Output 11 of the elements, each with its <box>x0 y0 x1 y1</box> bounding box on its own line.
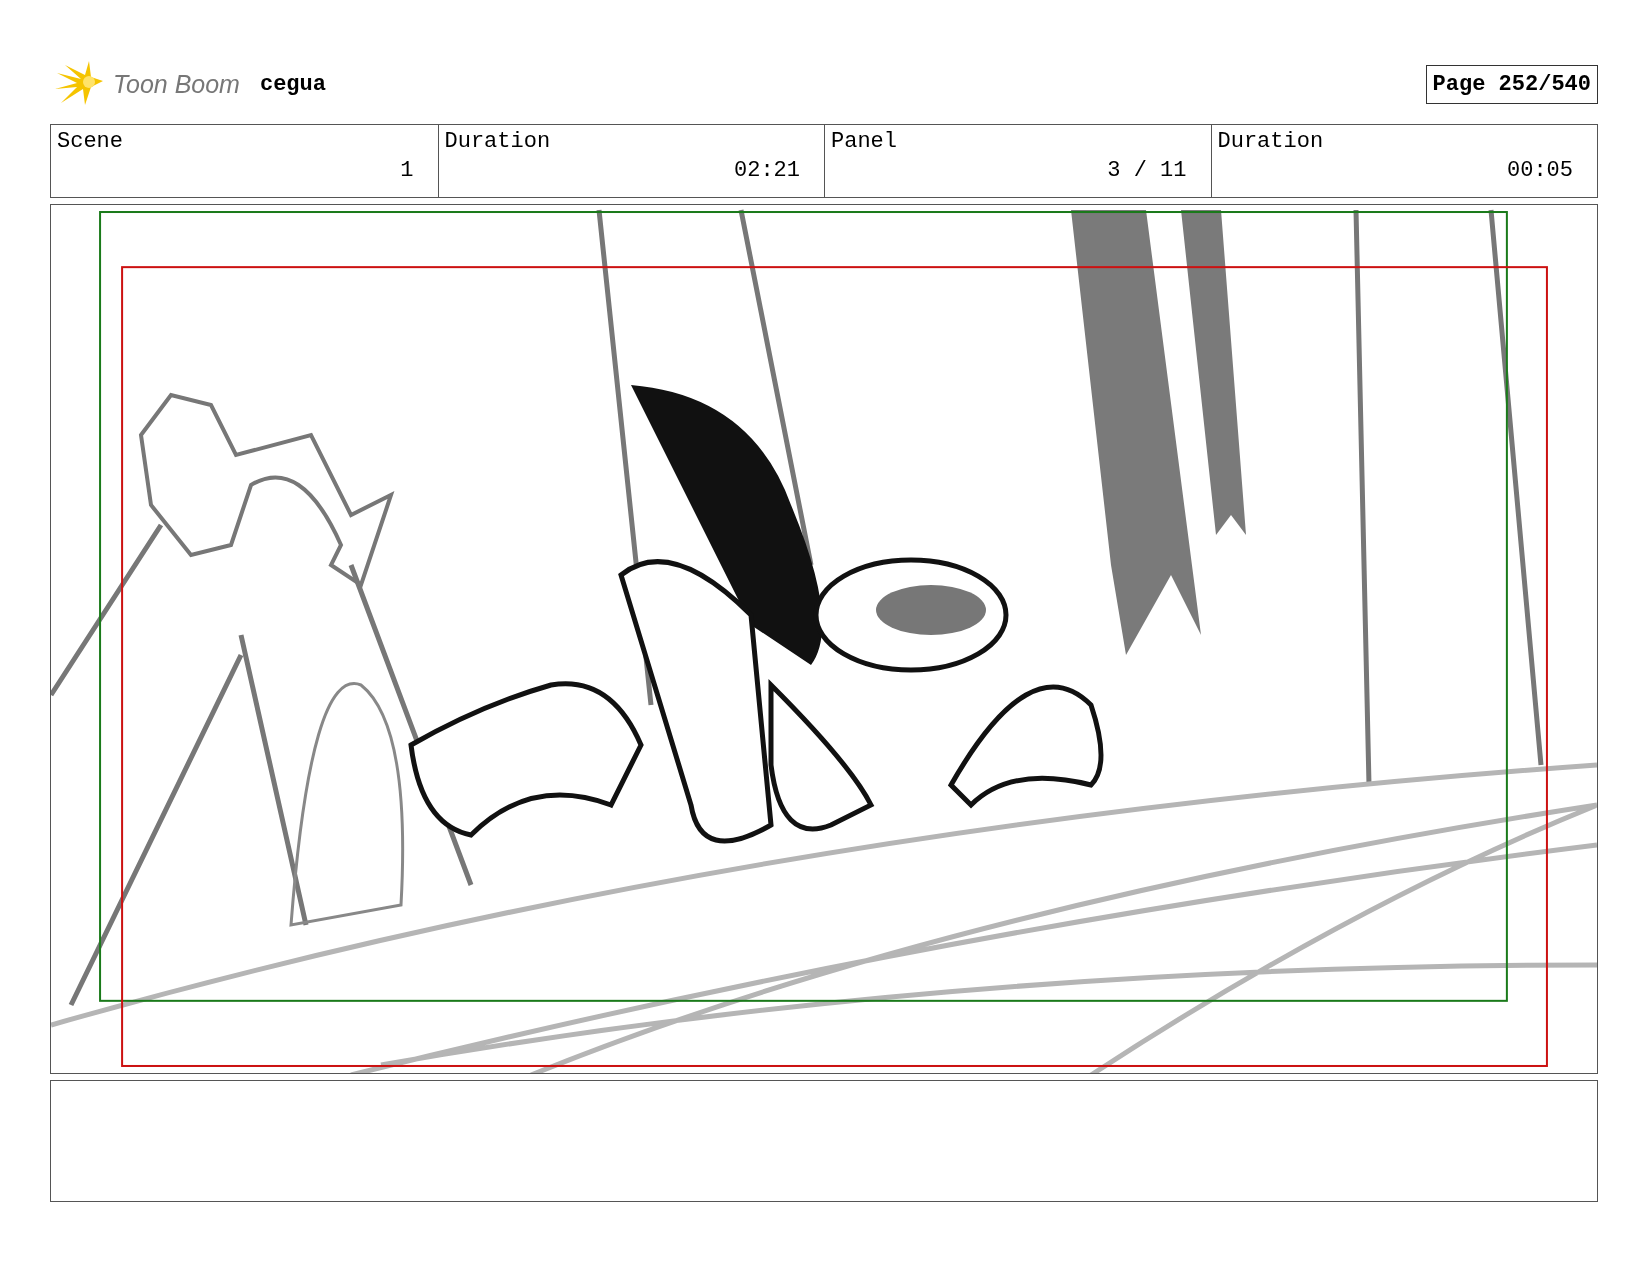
field-label: Duration <box>444 129 552 154</box>
page-number: Page 252/540 <box>1425 64 1598 104</box>
project-name: cegua <box>259 71 326 97</box>
field-value: 1 <box>400 158 414 183</box>
field-value: 00:05 <box>1507 158 1573 183</box>
field-value: 02:21 <box>734 158 800 183</box>
field-label: Duration <box>1217 129 1325 154</box>
logo-text: Toon Boom <box>113 69 240 99</box>
field-label: Panel <box>831 129 898 154</box>
field-value: 3 / 11 <box>1107 158 1187 183</box>
field-label: Scene <box>57 129 124 154</box>
